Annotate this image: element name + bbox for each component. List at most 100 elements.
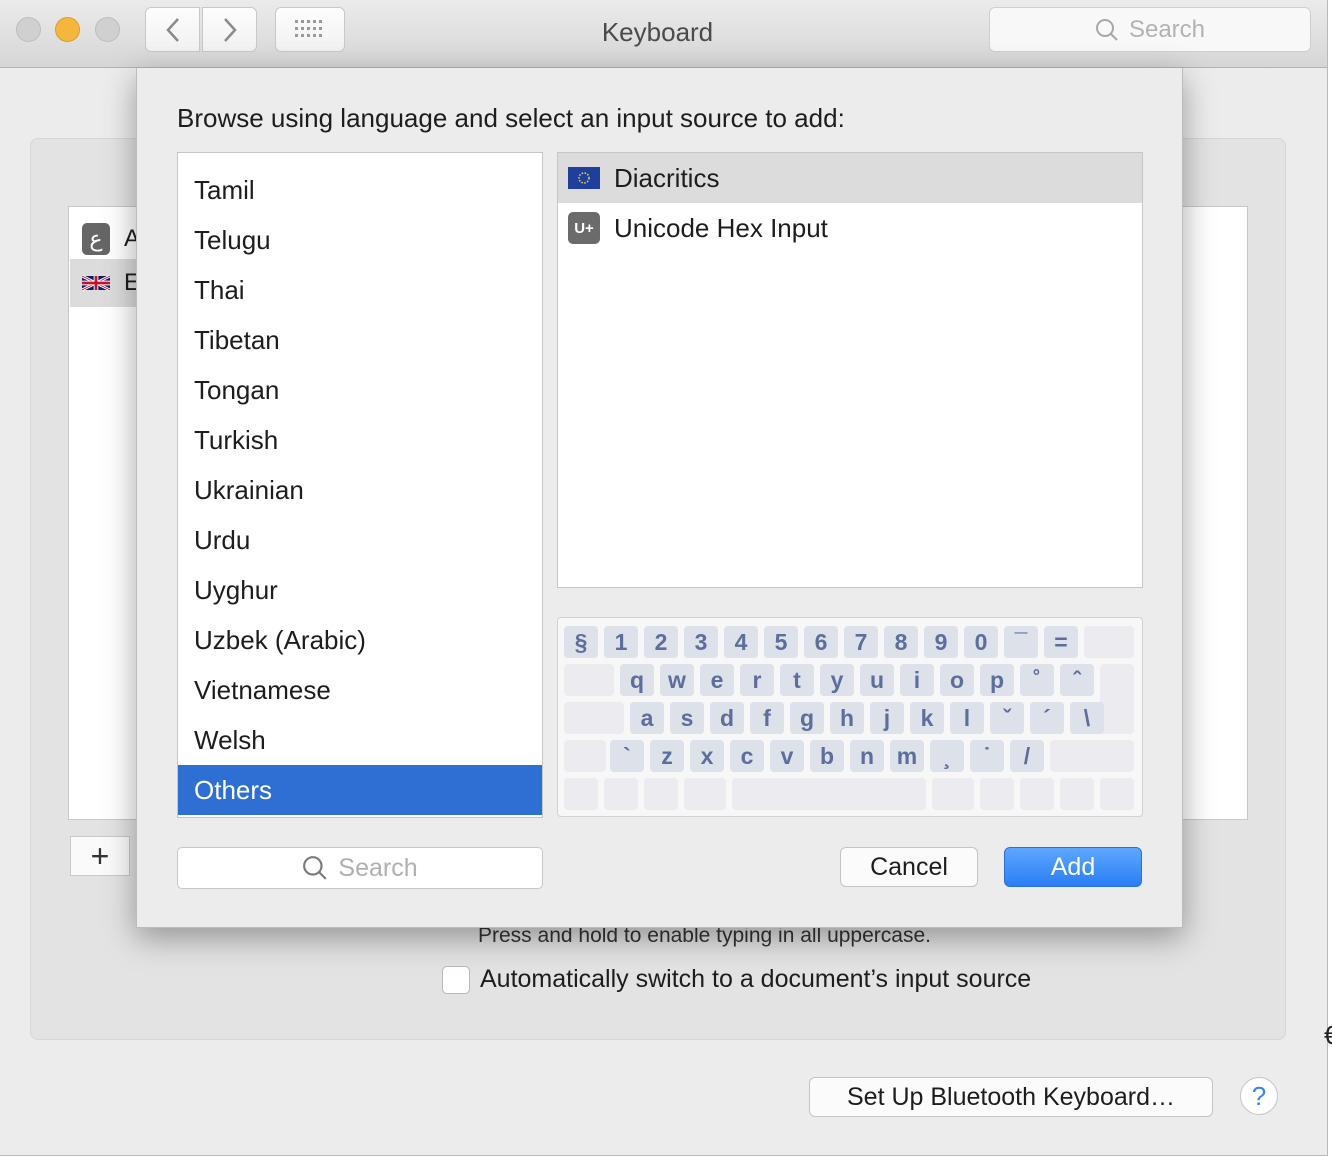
keyboard-key: ´ [1030,702,1064,734]
language-item[interactable]: Ukrainian [178,465,542,515]
keyboard-key: l [950,702,984,734]
keyboard-key: ¸ [930,740,964,772]
keyboard-key-blank [604,778,638,810]
keyboard-key: r [740,664,774,696]
keyboard-key: 6 [804,626,838,658]
search-placeholder: Search [1128,15,1206,43]
keyboard-key: j [870,702,904,734]
keyboard-key: 8 [884,626,918,658]
keyboard-key-blank [564,702,624,734]
clipped-edge-glyph: € [1324,1020,1332,1050]
keyboard-key-blank [1060,778,1094,810]
keyboard-key: 0 [964,626,998,658]
language-item[interactable]: Telugu [178,215,542,265]
keyboard-key: ˇ [990,702,1024,734]
language-item[interactable]: Turkish [178,415,542,465]
keyboard-key: 9 [924,626,958,658]
chevron-right-icon [223,17,237,42]
auto-switch-option[interactable]: Automatically switch to a document’s inp… [442,965,1031,994]
close-window-button[interactable] [16,17,41,42]
zoom-window-button[interactable] [95,17,120,42]
set-up-bluetooth-keyboard-button[interactable]: Set Up Bluetooth Keyboard… [809,1077,1213,1117]
keyboard-key: ¯ [1004,626,1038,658]
add-input-source-button[interactable]: + [70,836,130,876]
back-button[interactable] [145,7,200,52]
keyboard-key: 3 [684,626,718,658]
keyboard-key-blank [932,778,974,810]
keyboard-key: b [810,740,844,772]
title-bar: Keyboard Search [0,0,1327,68]
keyboard-key: h [830,702,864,734]
keyboard-key-blank [1100,778,1134,810]
cancel-button[interactable]: Cancel [840,847,978,887]
keyboard-key-blank [980,778,1014,810]
input-source-diacritics[interactable]: Diacritics [558,153,1142,203]
keyboard-key: 1 [604,626,638,658]
show-all-button[interactable] [275,7,345,52]
search-icon [1095,18,1118,41]
help-button[interactable]: ? [1240,1077,1278,1115]
keyboard-key: q [620,664,654,696]
keyboard-key-blank [564,740,606,772]
keyboard-key: ˚ [1020,664,1054,696]
keyboard-key-blank [564,664,614,696]
arabic-input-icon: ع [82,223,110,255]
language-item[interactable]: Welsh [178,715,542,765]
input-source-label: Diacritics [614,162,720,193]
language-item[interactable]: Vietnamese [178,665,542,715]
diacritics-flag-icon [568,167,600,189]
keyboard-key: t [780,664,814,696]
keyboard-key: e [700,664,734,696]
input-source-unicode-hex[interactable]: U+ Unicode Hex Input [558,203,1142,253]
language-item[interactable]: Thai [178,265,542,315]
keyboard-key: v [770,740,804,772]
language-item[interactable]: Tibetan [178,315,542,365]
keyboard-key: o [940,664,974,696]
keyboard-key: c [730,740,764,772]
keyboard-key-blank [644,778,678,810]
unicode-hex-icon: U+ [568,212,600,244]
uk-flag-icon [82,274,110,292]
keyboard-key-blank [1050,740,1134,772]
keyboard-key: m [890,740,924,772]
keyboard-key: 5 [764,626,798,658]
preferences-search-field[interactable]: Search [989,7,1311,52]
input-source-label: Unicode Hex Input [614,212,828,243]
keyboard-key-blank [684,778,726,810]
input-source-row-arabic[interactable]: ع A [70,215,140,263]
keyboard-key: ` [610,740,644,772]
language-item[interactable]: Urdu [178,515,542,565]
auto-switch-checkbox[interactable] [442,965,470,994]
language-search-field[interactable]: Search [177,847,543,889]
language-item[interactable]: Tongan [178,365,542,415]
keyboard-spacebar [732,778,926,810]
forward-button[interactable] [202,7,257,52]
keyboard-key-blank [1100,664,1134,734]
language-item[interactable]: Tamil [178,165,542,215]
keyboard-key: a [630,702,664,734]
language-item[interactable]: Uzbek (Arabic) [178,615,542,665]
language-item[interactable]: Uyghur [178,565,542,615]
keyboard-key: d [710,702,744,734]
grid-icon [295,19,322,37]
keyboard-key: 4 [724,626,758,658]
keyboard-key: i [900,664,934,696]
language-item-others[interactable]: Others [178,765,542,815]
add-button[interactable]: Add [1004,847,1142,887]
minimize-window-button[interactable] [55,17,80,42]
keyboard-key-blank [564,778,598,810]
keyboard-key: g [790,702,824,734]
keyboard-key: w [660,664,694,696]
keyboard-key: p [980,664,1014,696]
keyboard-preview: § 1 2 3 4 5 6 7 8 9 0 ¯ = q w e r t y u … [557,617,1143,817]
add-input-source-sheet: Browse using language and select an inpu… [136,68,1183,928]
input-source-row-english[interactable]: E [70,259,140,307]
input-source-list: Diacritics U+ Unicode Hex Input [557,152,1143,588]
keyboard-key: u [860,664,894,696]
sheet-title: Browse using language and select an inpu… [177,103,845,133]
keyboard-key: s [670,702,704,734]
language-list: Tamil Telugu Thai Tibetan Tongan Turkish… [177,152,543,818]
window-title: Keyboard [601,17,714,47]
search-placeholder: Search [338,853,418,882]
keyboard-key: = [1044,626,1078,658]
